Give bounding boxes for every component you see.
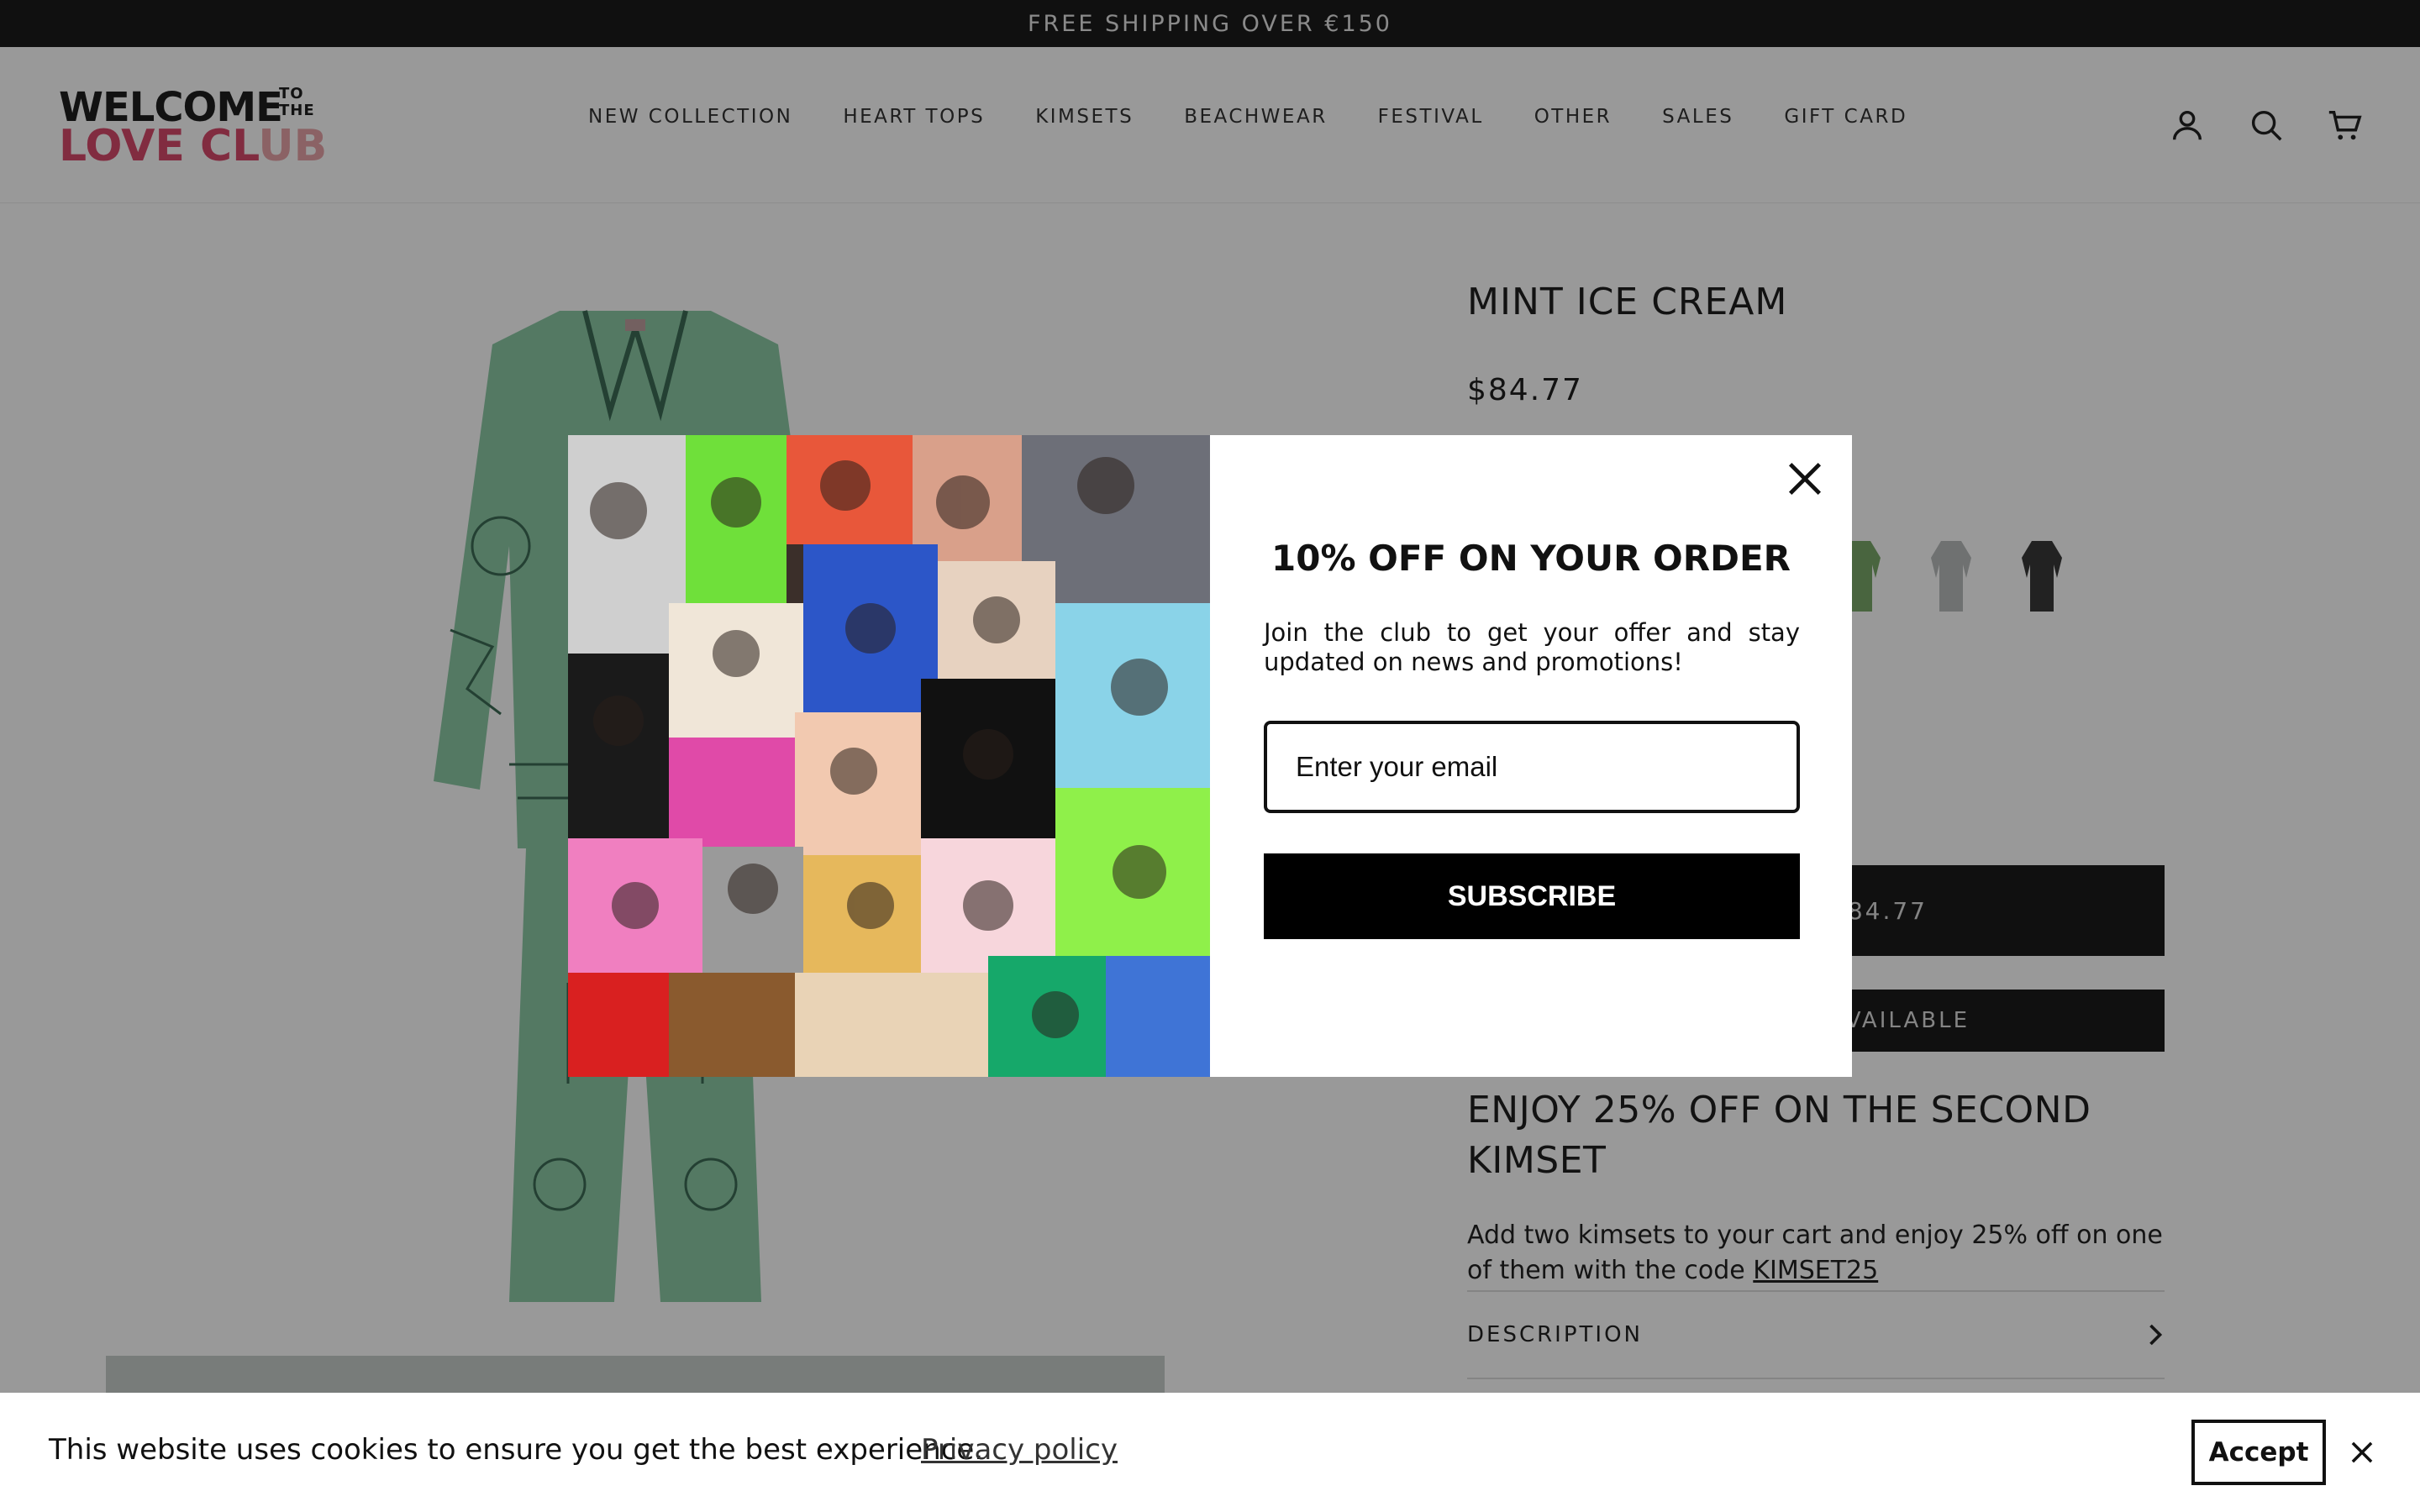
popup-content: 10% OFF ON YOUR ORDER Join the club to g… — [1210, 435, 1852, 1077]
collage-image — [568, 435, 1210, 1077]
cookie-banner: This website uses cookies to ensure you … — [0, 1393, 2420, 1512]
popup-title: 10% OFF ON YOUR ORDER — [1271, 538, 1791, 579]
privacy-policy-link[interactable]: Privacy policy — [921, 1433, 1118, 1467]
close-icon[interactable] — [1783, 457, 1827, 501]
popup-description: Join the club to get your offer and stay… — [1264, 618, 1800, 676]
accept-cookies-button[interactable]: Accept — [2191, 1420, 2326, 1485]
close-icon[interactable] — [2346, 1436, 2378, 1468]
cookie-text: This website uses cookies to ensure you … — [49, 1433, 984, 1467]
email-input[interactable] — [1264, 721, 1800, 813]
subscribe-button[interactable]: SUBSCRIBE — [1264, 853, 1800, 939]
newsletter-popup: 10% OFF ON YOUR ORDER Join the club to g… — [568, 435, 1852, 1077]
